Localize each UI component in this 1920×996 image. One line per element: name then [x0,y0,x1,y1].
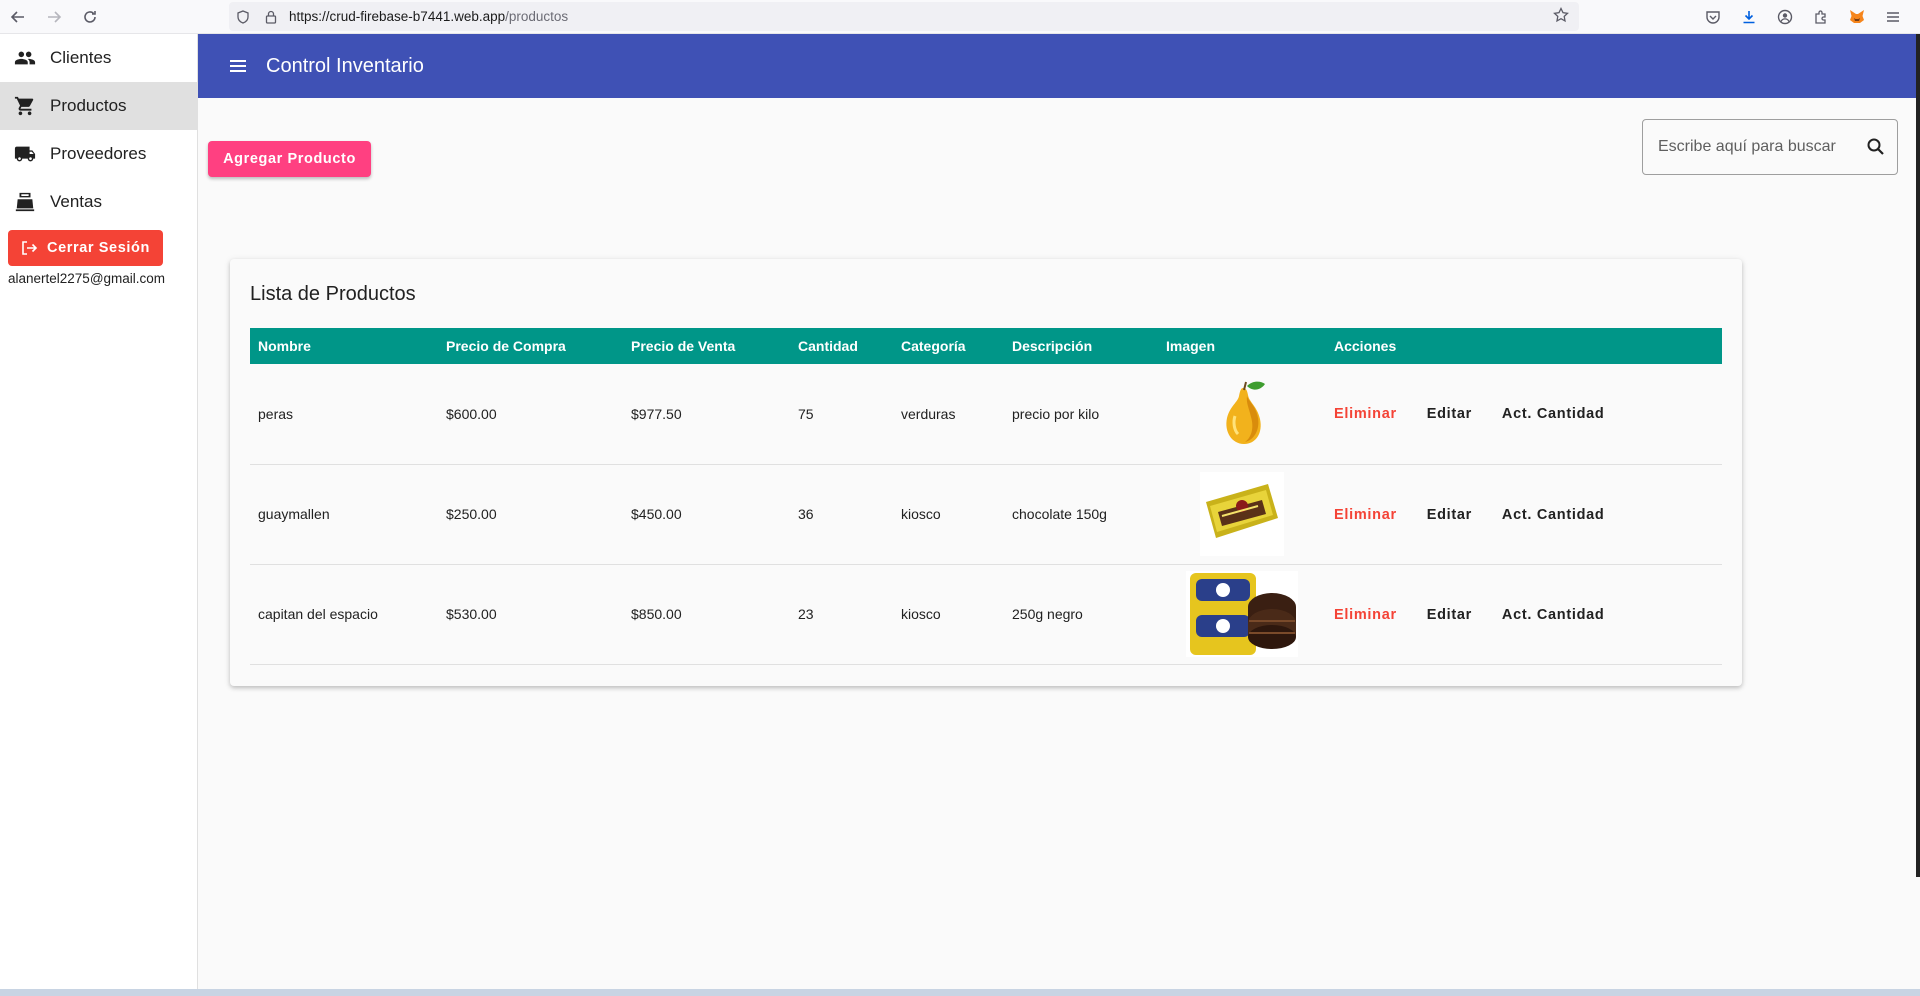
alfajor-stack-image [1186,571,1298,657]
url-path: /productos [505,9,569,24]
cell-precio-venta: $850.00 [631,606,682,622]
column-header-nombre: Nombre [258,338,311,354]
search-icon[interactable] [1864,135,1888,159]
os-taskbar [0,989,1920,996]
forward-icon[interactable] [36,0,72,34]
cell-descripcion: precio por kilo [1012,405,1100,422]
app-menu-icon[interactable] [1880,4,1906,30]
user-email: alanertel2275@gmail.com [8,271,166,286]
edit-button[interactable]: Editar [1427,607,1472,623]
sidebar-item-label: Productos [50,96,127,115]
cell-categoria: kiosco [901,606,941,622]
app-title: Control Inventario [266,54,424,77]
delete-button[interactable]: Eliminar [1334,406,1397,422]
lock-icon [257,10,285,24]
address-bar[interactable]: https://crud-firebase-b7441.web.app/prod… [229,2,1579,31]
cell-acciones: Eliminar Editar Act. Cantidad [1326,364,1722,464]
delete-button[interactable]: Eliminar [1334,607,1397,623]
account-icon[interactable] [1772,4,1798,30]
app-bar: Control Inventario [198,34,1916,98]
sidebar-item-label: Proveedores [50,144,147,163]
sidebar-item-clientes[interactable]: Clientes [0,34,197,82]
browser-toolbar: https://crud-firebase-b7441.web.app/prod… [0,0,1920,34]
cell-descripcion: chocolate 150g [1012,506,1107,522]
search-input[interactable] [1658,138,1858,156]
cell-nombre: guaymallen [258,506,330,522]
extensions-icon[interactable] [1808,4,1834,30]
back-icon[interactable] [0,0,36,34]
logout-label: Cerrar Sesión [47,240,150,256]
register-icon [14,191,36,213]
cell-nombre: capitan del espacio [258,606,378,622]
bookmark-star-icon[interactable] [1553,6,1569,28]
cell-precio-compra: $250.00 [446,506,497,522]
cell-nombre: peras [258,405,294,422]
reload-icon[interactable] [72,0,108,34]
truck-icon [14,143,36,165]
column-header-imagen: Imagen [1166,338,1216,354]
update-quantity-button[interactable]: Act. Cantidad [1502,406,1605,422]
column-header-descripcion: Descripción [1012,338,1093,354]
products-card: Lista de Productos Nombre Precio de Comp… [230,259,1742,686]
sidebar-item-label: Clientes [50,48,112,67]
logout-button[interactable]: Cerrar Sesión [8,230,163,266]
cell-categoria: kiosco [901,506,941,522]
cell-precio-compra: $530.00 [446,606,497,622]
products-title: Lista de Productos [250,283,416,305]
metamask-fox-icon[interactable] [1844,4,1870,30]
sidebar-item-label: Ventas [50,192,102,211]
edit-button[interactable]: Editar [1427,507,1472,523]
logout-icon [20,239,38,257]
pocket-icon[interactable] [1700,4,1726,30]
table-row: guaymallen $250.00 $450.00 36 kiosco cho… [250,464,1722,564]
people-icon [14,47,36,69]
column-header-acciones: Acciones [1334,338,1397,354]
update-quantity-button[interactable]: Act. Cantidad [1502,507,1605,523]
products-table: Nombre Precio de Compra Precio de Venta … [250,328,1722,665]
table-row: capitan del espacio $530.00 $850.00 23 k… [250,564,1722,664]
cell-cantidad: 75 [798,405,814,422]
edit-button[interactable]: Editar [1427,406,1472,422]
url-host: https://crud-firebase-b7441.web.app [289,9,506,24]
cell-categoria: verduras [901,405,956,422]
browser-extensions [1700,0,1906,34]
table-row: peras $600.00 $977.50 75 verduras precio… [250,364,1722,464]
shield-icon [229,9,257,24]
scrollbar[interactable] [1916,34,1920,877]
add-product-button[interactable]: Agregar Producto [208,141,371,177]
alfajor-package-image [1200,472,1284,556]
cell-imagen [1158,564,1326,664]
cell-imagen [1158,464,1326,564]
column-header-precio-venta: Precio de Venta [631,338,736,354]
delete-button[interactable]: Eliminar [1334,507,1397,523]
cell-precio-venta: $977.50 [631,405,682,422]
update-quantity-button[interactable]: Act. Cantidad [1502,607,1605,623]
table-header-row: Nombre Precio de Compra Precio de Venta … [250,328,1722,364]
cell-acciones: Eliminar Editar Act. Cantidad [1326,464,1722,564]
column-header-categoria: Categoría [901,338,966,354]
cell-acciones: Eliminar Editar Act. Cantidad [1326,564,1722,664]
hamburger-menu-icon[interactable] [226,54,250,78]
sidebar-item-productos[interactable]: Productos [0,82,197,130]
cell-descripcion: 250g negro [1012,606,1083,622]
sidebar: Clientes Productos Proveedores Ventas Ce… [0,34,198,989]
search-field [1642,119,1898,175]
cell-imagen [1158,364,1326,464]
url-text: https://crud-firebase-b7441.web.app/prod… [289,9,568,24]
column-header-cantidad: Cantidad [798,338,858,354]
cell-precio-venta: $450.00 [631,506,682,522]
sidebar-item-proveedores[interactable]: Proveedores [0,130,197,178]
cell-cantidad: 36 [798,506,814,522]
cell-cantidad: 23 [798,606,814,622]
cell-precio-compra: $600.00 [446,405,497,422]
sidebar-item-ventas[interactable]: Ventas [0,178,197,226]
pear-image [1226,381,1265,444]
cart-icon [14,95,36,117]
download-icon[interactable] [1736,4,1762,30]
column-header-precio-compra: Precio de Compra [446,338,566,354]
